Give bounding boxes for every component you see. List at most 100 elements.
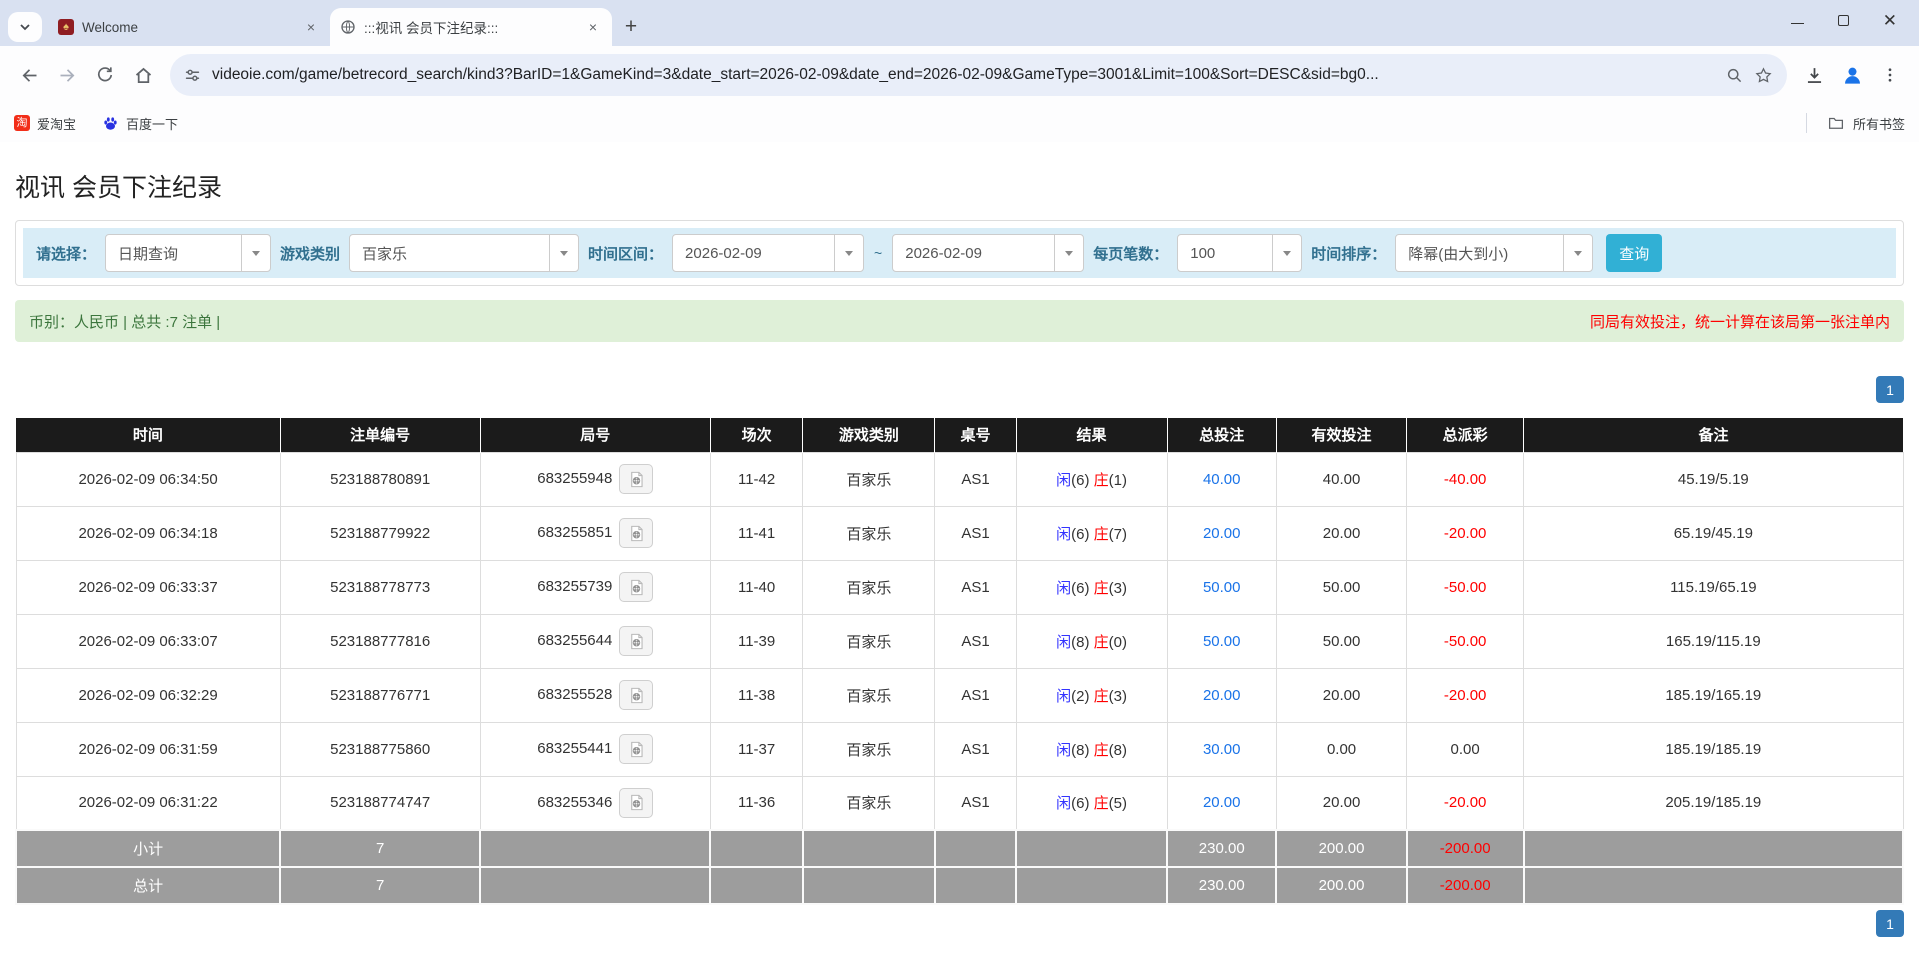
video-record-button[interactable] — [619, 734, 654, 764]
total-bet-link[interactable]: 50.00 — [1203, 579, 1241, 596]
profile-button[interactable] — [1833, 56, 1871, 94]
table-row: 2026-02-09 06:34:50 523188780891 683255948… — [15, 451, 1904, 507]
bookmark-item-baidu[interactable]: 百度一下 — [102, 114, 178, 133]
cell-remark: 45.19/5.19 — [1523, 451, 1904, 507]
tab-close-icon[interactable]: × — [302, 18, 320, 36]
column-header: 游戏类别 — [802, 418, 936, 452]
downloads-button[interactable] — [1795, 56, 1833, 94]
cell-time: 2026-02-09 06:32:29 — [15, 667, 281, 723]
all-bookmarks-button[interactable]: 所有书签 — [1805, 113, 1905, 133]
result-banker: 庄 — [1093, 471, 1109, 489]
date-start-value: 2026-02-09 — [685, 244, 762, 262]
tab-betrecord[interactable]: :::视讯 会员下注纪录::: × — [330, 8, 612, 46]
video-record-button[interactable] — [619, 787, 654, 818]
menu-button[interactable] — [1871, 56, 1909, 94]
globe-icon — [340, 19, 356, 35]
zoom-indicator-icon[interactable] — [1726, 67, 1743, 84]
column-header: 备注 — [1523, 418, 1903, 452]
cell-total-bet: 20.00 — [1166, 775, 1277, 831]
cell-valid-bet: 50.00 — [1275, 559, 1408, 615]
tab-welcome[interactable]: ♠ Welcome × — [48, 8, 330, 46]
folder-icon — [1827, 114, 1845, 132]
sort-order-value: 降幂(由大到小) — [1408, 245, 1509, 263]
cell-payout: -50.00 — [1406, 559, 1525, 615]
page-button-1[interactable]: 1 — [1876, 376, 1904, 403]
cell-result: 闲(8) 庄(8) — [1015, 721, 1168, 777]
search-button[interactable]: 查询 — [1606, 234, 1663, 272]
bookmark-star-icon[interactable] — [1754, 66, 1773, 85]
forward-button[interactable] — [48, 56, 86, 94]
column-header: 总投注 — [1167, 418, 1277, 452]
query-type-value: 日期查询 — [118, 245, 179, 263]
date-end-input[interactable]: 2026-02-09 — [892, 234, 1085, 272]
video-record-button[interactable] — [619, 464, 654, 494]
address-bar[interactable]: videoie.com/game/betrecord_search/kind3?… — [170, 54, 1787, 96]
page-button-1[interactable]: 1 — [1876, 910, 1904, 937]
forward-arrow-icon — [60, 68, 74, 82]
site-info-icon[interactable] — [184, 67, 201, 84]
cell-time: 2026-02-09 06:31:22 — [15, 775, 281, 831]
total-bet-link[interactable]: 50.00 — [1203, 633, 1241, 650]
cell-round-id: 683255346 — [479, 775, 711, 831]
minimize-button[interactable] — [1790, 17, 1804, 24]
video-record-icon — [631, 525, 643, 541]
cell-bet-id: 523188778773 — [279, 559, 481, 615]
video-record-button[interactable] — [619, 572, 654, 602]
window-close-button[interactable]: ✕ — [1883, 12, 1897, 29]
reload-button[interactable] — [86, 56, 124, 94]
total-bet-link[interactable]: 20.00 — [1203, 687, 1241, 704]
back-button[interactable] — [10, 56, 48, 94]
cell-total-bet: 40.00 — [1166, 451, 1277, 507]
cell-game-kind: 百家乐 — [802, 667, 936, 723]
cell-remark: 185.19/165.19 — [1523, 667, 1904, 723]
game-kind-select[interactable]: 百家乐 — [349, 234, 580, 272]
all-bookmarks-label: 所有书签 — [1852, 116, 1905, 132]
query-type-select[interactable]: 日期查询 — [105, 234, 272, 272]
sort-order-label: 时间排序： — [1311, 245, 1387, 263]
total-bet-link[interactable]: 20.00 — [1203, 525, 1241, 542]
column-header: 总派彩 — [1406, 418, 1525, 452]
video-record-button[interactable] — [619, 680, 654, 710]
cell-total-bet: 50.00 — [1166, 613, 1277, 669]
column-header: 局号 — [480, 418, 711, 452]
tab-close-icon[interactable]: × — [584, 18, 602, 36]
cell-table-no: AS1 — [934, 721, 1017, 777]
dropdown-arrow-icon — [1272, 235, 1301, 271]
home-icon — [135, 67, 151, 83]
cell-remark: 165.19/115.19 — [1523, 613, 1904, 669]
reload-icon — [97, 67, 113, 82]
footer-payout: -200.00 — [1405, 829, 1525, 868]
column-header: 桌号 — [934, 418, 1017, 452]
column-header: 时间 — [16, 418, 281, 452]
browser-toolbar: videoie.com/game/betrecord_search/kind3?… — [0, 46, 1919, 104]
bookmark-item-aitaobao[interactable]: 淘 爱淘宝 — [14, 114, 76, 133]
total-bet-link[interactable]: 30.00 — [1203, 741, 1241, 758]
video-record-button[interactable] — [619, 626, 654, 656]
home-button[interactable] — [124, 56, 162, 94]
query-type-label: 请选择： — [36, 245, 97, 263]
per-page-select[interactable]: 100 — [1177, 234, 1303, 272]
new-tab-button[interactable]: + — [616, 12, 646, 42]
total-row: 总计 7 230.00 200.00 -200.00 — [14, 866, 1905, 905]
cell-session: 11-39 — [709, 613, 804, 669]
table-row: 2026-02-09 06:31:59 523188775860 683255441… — [15, 721, 1904, 777]
result-player: 闲 — [1056, 633, 1072, 651]
table-row: 2026-02-09 06:32:29 523188776771 683255528… — [15, 667, 1904, 723]
result-player: 闲 — [1056, 795, 1072, 813]
total-bet-link[interactable]: 20.00 — [1203, 794, 1241, 811]
cell-bet-id: 523188777816 — [279, 613, 481, 669]
tab-search-button[interactable] — [8, 12, 42, 42]
cell-bet-id: 523188774747 — [279, 775, 481, 831]
sort-order-select[interactable]: 降幂(由大到小) — [1395, 234, 1594, 272]
cell-bet-id: 523188780891 — [279, 451, 481, 507]
total-bet-link[interactable]: 40.00 — [1203, 471, 1241, 488]
video-record-icon — [631, 471, 643, 487]
footer-label: 小计 — [14, 829, 282, 868]
video-record-button[interactable] — [619, 518, 654, 548]
cell-round-id: 683255948 — [479, 451, 711, 507]
cell-table-no: AS1 — [934, 451, 1017, 507]
maximize-button[interactable] — [1837, 14, 1849, 26]
cell-table-no: AS1 — [934, 559, 1017, 615]
date-start-input[interactable]: 2026-02-09 — [672, 234, 865, 272]
cell-round-id: 683255644 — [479, 613, 711, 669]
